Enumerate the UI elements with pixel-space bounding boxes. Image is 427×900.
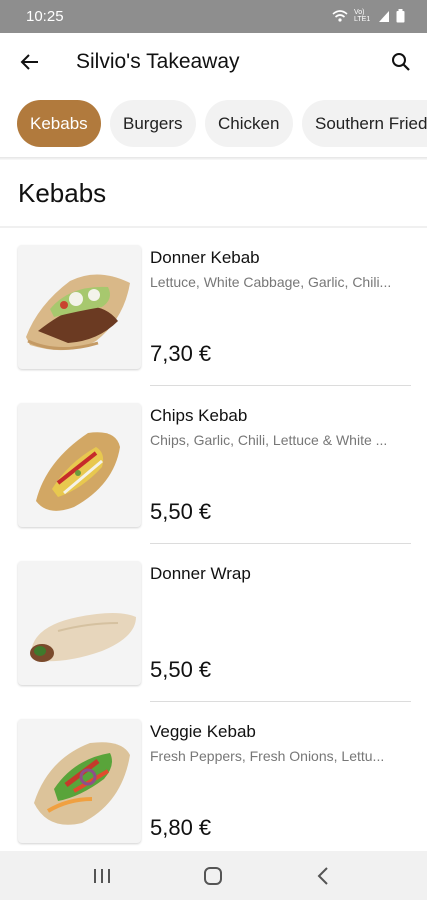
item-image [18,561,141,685]
item-description: Lettuce, White Cabbage, Garlic, Chili... [150,274,392,290]
status-time: 10:25 [26,8,64,25]
item-name: Chips Kebab [150,406,248,425]
nav-back-icon[interactable] [312,865,336,887]
item-price: 5,50 € [150,657,212,682]
item-image [18,245,141,369]
menu-item-donner-kebab[interactable]: Donner Kebab Lettuce, White Cabbage, Gar… [0,228,427,386]
menu-item-veggie-kebab[interactable]: Veggie Kebab Fresh Peppers, Fresh Onions… [0,702,427,860]
item-image [18,719,141,843]
item-price: 5,80 € [150,815,212,840]
section-title: Kebabs [18,178,107,208]
menu-item-donner-wrap[interactable]: Donner Wrap 5,50 € [0,544,427,702]
divider [0,157,427,160]
signal-icon [379,10,389,22]
system-nav-bar [0,851,427,900]
tab-chicken[interactable]: Chicken [205,100,293,147]
category-tabs: Kebabs Burgers Chicken Southern Fried [0,91,427,157]
item-image [18,403,141,527]
item-name: Donner Kebab [150,248,260,267]
item-name: Donner Wrap [150,564,251,583]
menu-item-chips-kebab[interactable]: Chips Kebab Chips, Garlic, Chili, Lettuc… [0,386,427,544]
battery-icon [396,9,405,23]
status-icons: Vo) LTE1 [332,9,405,23]
item-description: Fresh Peppers, Fresh Onions, Lettu... [150,748,385,764]
tab-kebabs[interactable]: Kebabs [17,100,101,147]
app-bar: Silvio's Takeaway [0,33,427,91]
network-label: Vo) LTE1 [354,9,371,23]
wifi-icon [332,10,348,22]
search-icon[interactable] [389,50,413,74]
status-bar: 10:25 Vo) LTE1 [0,0,427,33]
recents-icon[interactable] [90,865,114,887]
item-price: 5,50 € [150,499,212,524]
page-title: Silvio's Takeaway [76,50,240,73]
tab-southern-fried[interactable]: Southern Fried [302,100,427,147]
item-name: Veggie Kebab [150,722,256,741]
tab-burgers[interactable]: Burgers [110,100,196,147]
item-description: Chips, Garlic, Chili, Lettuce & White ..… [150,432,388,448]
home-icon[interactable] [201,865,225,887]
arrow-left-icon[interactable] [18,50,42,74]
item-price: 7,30 € [150,341,212,366]
